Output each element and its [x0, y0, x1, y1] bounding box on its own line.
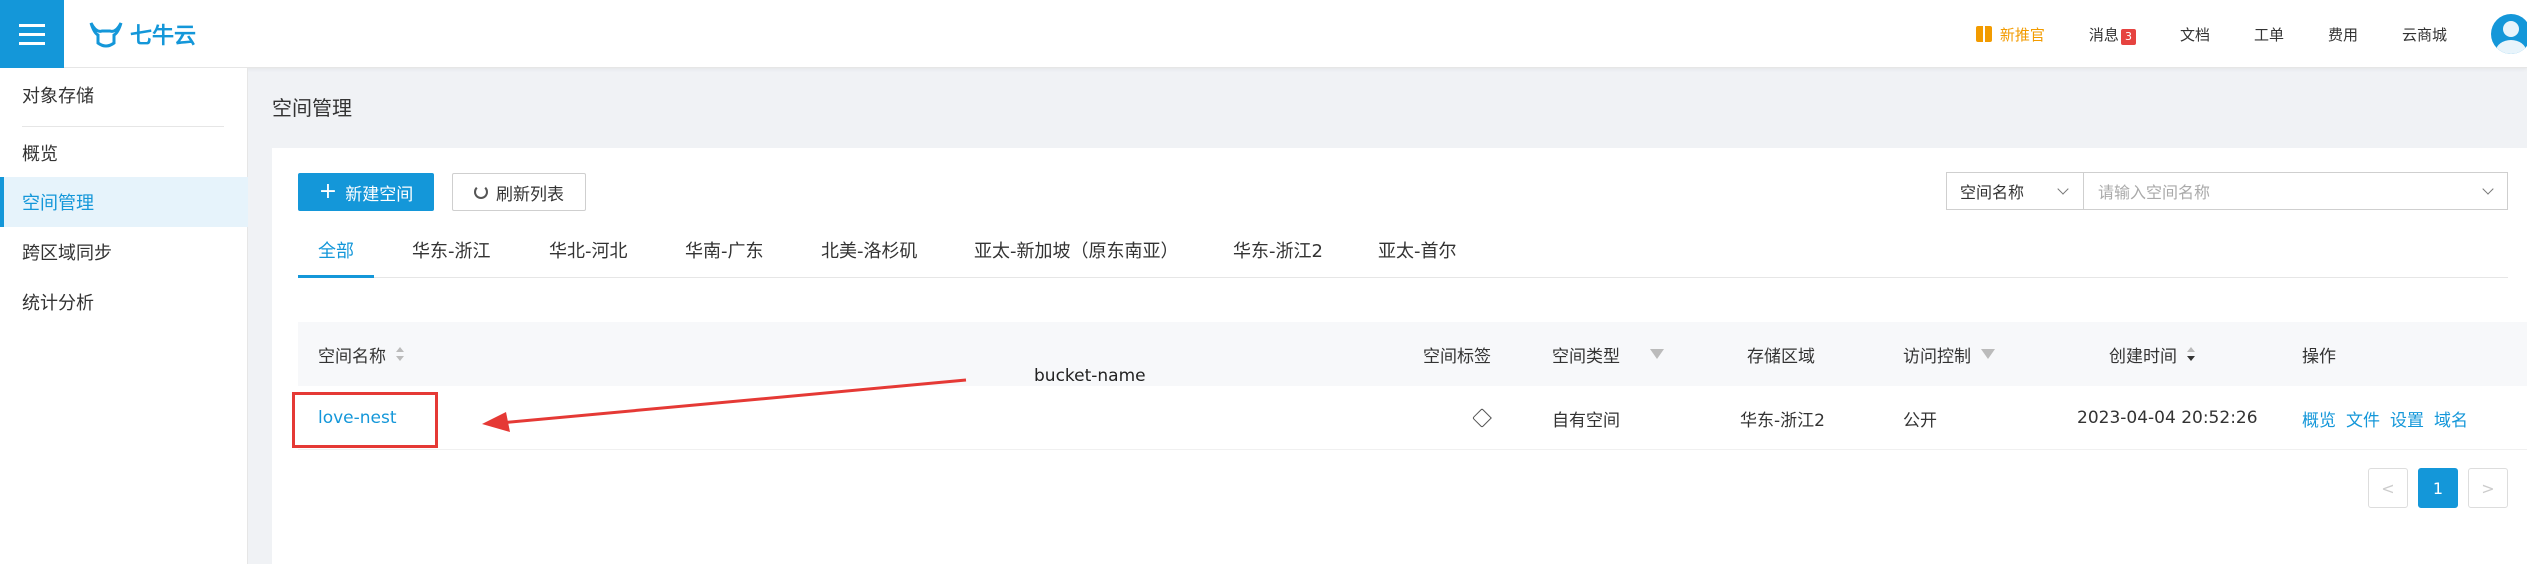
refresh-list-label: 刷新列表 [496, 184, 564, 205]
search-field-select[interactable]: 空间名称 [1946, 172, 2084, 210]
tab-east-zhejiang-2[interactable]: 华东-浙江2 [1233, 238, 1323, 278]
bull-logo-icon [89, 22, 123, 48]
header-name[interactable]: 空间名称 [318, 322, 404, 386]
hamburger-icon [19, 23, 45, 45]
header-type-label: 空间类型 [1552, 346, 1620, 367]
table-row: love-nest 自有空间 华东-浙江2 公开 2023-04-04 20:5… [298, 386, 2527, 450]
search-placeholder: 请输入空间名称 [2098, 183, 2211, 202]
action-domains-link[interactable]: 域名 [2434, 406, 2468, 431]
edit-tag-button[interactable] [1472, 386, 1492, 450]
billing-link[interactable]: 费用 [2328, 24, 2358, 45]
sidebar-item-cross-region-sync[interactable]: 跨区域同步 [0, 227, 248, 277]
messages-link[interactable]: 消息 3 [2089, 24, 2136, 45]
header-type[interactable]: 空间类型 [1552, 322, 1664, 386]
pagination-next-button[interactable]: > [2468, 468, 2508, 508]
sidebar-divider [22, 126, 224, 127]
annotation-highlight-box [292, 392, 438, 448]
tag-icon [1472, 408, 1492, 428]
docs-link[interactable]: 文档 [2180, 24, 2210, 45]
promo-link[interactable]: 新推官 [1975, 24, 2045, 45]
refresh-list-button[interactable]: 刷新列表 [452, 173, 586, 211]
filter-icon [1981, 349, 1995, 359]
plus-icon: + [318, 179, 338, 204]
bucket-region: 华东-浙江2 [1740, 410, 1825, 431]
tab-ap-seoul[interactable]: 亚太-首尔 [1378, 238, 1457, 278]
sidebar-item-overview[interactable]: 概览 [0, 128, 248, 178]
header-tags: 空间标签 [1423, 346, 1491, 367]
header-actions: 操作 [2302, 346, 2336, 367]
sort-icon [2187, 347, 2195, 361]
sidebar-title: 对象存储 [22, 86, 94, 107]
main-card: + 新建空间 刷新列表 空间名称 请输入空间名称 全部 华东-浙江 华北-河北 … [272, 148, 2527, 564]
tab-na-los-angeles[interactable]: 北美-洛杉矶 [821, 238, 918, 278]
bucket-created: 2023-04-04 20:52:26 [2077, 408, 2258, 428]
messages-label: 消息 [2088, 25, 2119, 44]
bucket-type: 自有空间 [1552, 410, 1620, 431]
sidebar: 对象存储 概览 空间管理 跨区域同步 统计分析 [0, 68, 248, 564]
action-overview-link[interactable]: 概览 [2302, 406, 2336, 431]
tickets-link[interactable]: 工单 [2254, 24, 2284, 45]
refresh-icon [474, 185, 488, 199]
promo-label: 新推官 [1999, 25, 2045, 44]
sidebar-item-bucket-management[interactable]: 空间管理 [0, 177, 248, 227]
message-count-badge: 3 [2120, 28, 2136, 45]
header-created[interactable]: 创建时间 [2109, 322, 2195, 386]
tab-north-hebei[interactable]: 华北-河北 [549, 238, 628, 278]
tab-south-guangdong[interactable]: 华南-广东 [685, 238, 764, 278]
sidebar-item-statistics[interactable]: 统计分析 [0, 277, 248, 327]
pagination-prev-button[interactable]: < [2368, 468, 2408, 508]
annotation-label: bucket-name [1034, 366, 1146, 386]
user-avatar[interactable] [2491, 14, 2527, 54]
row-actions: 概览 文件 设置 域名 [2302, 386, 2468, 450]
chevron-down-icon [2482, 183, 2494, 195]
header-region: 存储区域 [1747, 346, 1815, 367]
search-input[interactable]: 请输入空间名称 [2084, 172, 2508, 210]
pagination-page-1[interactable]: 1 [2418, 468, 2458, 508]
action-files-link[interactable]: 文件 [2346, 406, 2380, 431]
create-bucket-label: 新建空间 [345, 184, 414, 205]
gift-icon [1975, 26, 1992, 42]
search-field-value: 空间名称 [1960, 183, 2025, 202]
header-created-label: 创建时间 [2109, 346, 2177, 367]
chevron-down-icon [2057, 183, 2069, 195]
header-access[interactable]: 访问控制 [1903, 322, 1995, 386]
tab-east-zhejiang[interactable]: 华东-浙江 [412, 238, 491, 278]
header-access-label: 访问控制 [1903, 346, 1971, 367]
region-tabs: 全部 华东-浙江 华北-河北 华南-广东 北美-洛杉矶 亚太-新加坡（原东南亚）… [298, 238, 2508, 278]
top-nav: 新推官 消息 3 文档 工单 费用 云商城 [1975, 0, 2447, 68]
bucket-access: 公开 [1903, 410, 1937, 431]
top-bar: 七牛云 新推官 消息 3 文档 工单 费用 云商城 [0, 0, 2527, 68]
header-name-label: 空间名称 [318, 346, 386, 367]
tab-ap-singapore[interactable]: 亚太-新加坡（原东南亚） [974, 238, 1179, 278]
action-settings-link[interactable]: 设置 [2390, 406, 2424, 431]
logo[interactable]: 七牛云 [88, 18, 196, 50]
menu-toggle-button[interactable] [0, 0, 64, 68]
sort-icon [396, 347, 404, 361]
tab-all[interactable]: 全部 [298, 238, 374, 278]
logo-text: 七牛云 [130, 24, 197, 49]
store-link[interactable]: 云商城 [2402, 24, 2447, 45]
filter-icon [1650, 349, 1664, 359]
page-title: 空间管理 [272, 96, 352, 120]
create-bucket-button[interactable]: + 新建空间 [298, 173, 434, 211]
table-header: 空间名称 空间标签 空间类型 存储区域 访问控制 创建时间 操作 [298, 322, 2527, 386]
